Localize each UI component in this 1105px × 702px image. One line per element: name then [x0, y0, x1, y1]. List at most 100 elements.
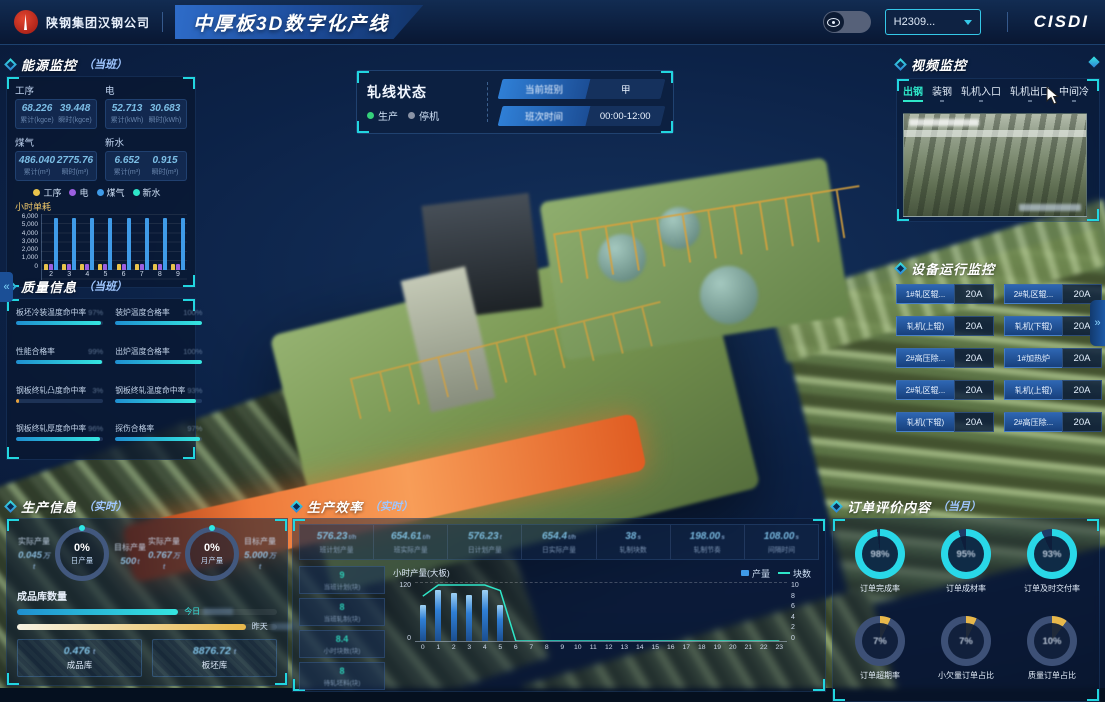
order-kpi-donut: 93%订单及时交付率 [1024, 529, 1080, 610]
panel-title: 设备运行监控 [911, 259, 995, 278]
tab-camera-1[interactable]: 出钢 [903, 83, 923, 102]
monthly-output-gauge-group: 实际产量0.767万t 0%月产量 目标产量5.000万t [147, 527, 277, 581]
equipment-chip: 2#高压除...20A [896, 348, 994, 368]
quality-item: 出炉温度合格率100% [115, 346, 202, 378]
status-dot-gray [408, 112, 415, 119]
quality-item: 钢板终轧温度命中率93% [115, 385, 202, 417]
quality-item: 探伤合格率97% [115, 423, 202, 455]
shift-pill: 当前班别 甲 [498, 79, 666, 99]
efficiency-metric: 38s轧制块数 [597, 525, 671, 559]
equipment-chip: 2#轧区辊...20A [1004, 284, 1102, 304]
energy-chart-legend: 工序电煤气新水 [15, 186, 187, 198]
vertical-divider [487, 82, 488, 122]
side-stat: 9当班计划(块) [299, 566, 385, 594]
left-panel-collapse-handle[interactable]: « [0, 272, 13, 302]
energy-chart-plot: 23456789 [41, 214, 187, 280]
energy-chart-title: 小时单耗 [15, 200, 187, 213]
panel-title: 视频监控 [911, 55, 967, 74]
panel-equipment-monitor: 设备运行监控 1#轧区辊...20A 2#轧区辊...20A 轧机(上辊)20A… [896, 258, 1102, 432]
eye-icon [827, 18, 840, 27]
stock-bar-today: 今日 [17, 609, 277, 615]
camera-tabs: 出钢 装钢 轧机入口 轧机出口 中间冷 电动辊 [903, 83, 1093, 107]
plate-id-select[interactable]: H2309... [885, 9, 981, 35]
shift-time-pill: 班次时间 00:00-12:00 [498, 106, 666, 126]
equipment-chip: 轧机(上辊)20A [1004, 380, 1102, 400]
energy-legend-item: 新水 [133, 186, 161, 198]
panel-collapse-icon[interactable] [1088, 56, 1099, 67]
hour-chart-line [415, 583, 787, 641]
top-bar: 陕钢集团汉钢公司 中厚板3D数字化产线 H2309... CISDI [0, 0, 1105, 45]
right-panel-collapse-handle[interactable]: » [1090, 300, 1105, 346]
quality-item: 装炉温度合格率100% [115, 307, 202, 339]
hour-chart-title: 小时产量(大板) [393, 567, 450, 579]
efficiency-metric: 654.4t/h日实际产量 [522, 525, 596, 559]
quality-item: 性能合格率99% [16, 346, 103, 378]
efficiency-metric: 108.00s间隔时间 [745, 525, 818, 559]
panel-title: 生产信息 [21, 497, 77, 516]
stock-section-title: 成品库数量 [17, 588, 277, 603]
panel-diamond-icon [894, 58, 907, 71]
energy-chart-y-axis: 6,0005,0004,0003,0002,0001,0000 [15, 214, 41, 280]
panel-quality-info: 质量信息 （当班） 板坯冷装温度命中率97% 装炉温度合格率100% 性能合格率… [6, 276, 196, 460]
panel-tag: （实时） [83, 498, 127, 514]
energy-metric: 工序 68.226累计(kgce) 39.448瞬时(kgce) [15, 83, 97, 129]
energy-metric: 煤气 486.040累计(m³) 2775.76瞬时(m³) [15, 135, 97, 181]
hourly-consumption-chart: 6,0005,0004,0003,0002,0001,0000 23456789 [15, 214, 187, 280]
side-stat: 8当班轧制(块) [299, 598, 385, 626]
stock-bar-yesterday: 昨天 [17, 624, 277, 630]
order-kpi-donut: 7%订单超期率 [855, 616, 905, 697]
tab-camera-2[interactable]: 装钢 [932, 83, 952, 102]
progress-ring: 0%月产量 [185, 527, 239, 581]
panel-diamond-icon [894, 262, 907, 275]
hour-chart-left-axis: 1200 [393, 582, 415, 642]
panel-title: 能源监控 [21, 55, 77, 74]
panel-production-info: 生产信息 （实时） 实际产量0.045万t 0%日产量 目标产量500t 实际产… [6, 496, 288, 686]
panel-line-status: 轧线状态 生产 停机 当前班别 甲 班次时间 00:00-12:00 [356, 70, 674, 134]
energy-legend-item: 煤气 [97, 186, 125, 198]
hourly-output-chart: 小时产量(大板) 产量块数 1200 1086420 0123456789101… [393, 566, 819, 690]
panel-production-efficiency: 生产效率 （实时） 576.23t/h班计划产量 654.61t/h班实际产量 … [292, 496, 826, 692]
efficiency-metric-row: 576.23t/h班计划产量 654.61t/h班实际产量 576.23t日计划… [299, 524, 819, 560]
efficiency-metric: 198.00s轧制节奏 [671, 525, 745, 559]
panel-order-evaluation: 订单评价内容 （当月） 98%订单完成率 95%订单成材率 93%订单及时交付率… [832, 496, 1100, 702]
cctv-video-feed[interactable] [903, 113, 1087, 217]
daily-output-gauge-group: 实际产量0.045万t 0%日产量 目标产量500t [17, 527, 147, 581]
order-kpi-donut: 98%订单完成率 [855, 529, 905, 610]
equipment-chip: 轧机(上辊)20A [896, 316, 994, 336]
progress-ring: 0%日产量 [55, 527, 109, 581]
order-kpi-donut: 10%质量订单占比 [1027, 616, 1077, 697]
side-stat: 8待轧坯料(块) [299, 662, 385, 690]
hour-chart-right-axis: 1086420 [787, 582, 809, 642]
status-dot-green [367, 112, 374, 119]
legend-stopped: 停机 [408, 108, 439, 123]
side-stat: 8.4小时块数(块) [299, 630, 385, 658]
header-divider [162, 12, 163, 32]
page-title: 中厚板3D数字化产线 [175, 5, 423, 39]
panel-title: 生产效率 [307, 497, 363, 516]
panel-tag: （实时） [369, 498, 413, 514]
plate-id-value: H2309... [894, 16, 936, 28]
efficiency-metric: 576.23t/h班计划产量 [300, 525, 374, 559]
company-logo-icon [14, 10, 38, 34]
hour-chart-legend-item: 产量 [741, 567, 770, 580]
header-divider [1007, 12, 1008, 32]
tab-camera-5[interactable]: 中间冷 [1059, 83, 1089, 102]
quality-item: 板坯冷装温度命中率97% [16, 307, 103, 339]
panel-video-monitor: 视频监控 出钢 装钢 轧机入口 轧机出口 中间冷 电动辊 [896, 54, 1100, 222]
legend-producing: 生产 [367, 108, 398, 123]
video-caption-overlay [1019, 204, 1081, 211]
panel-diamond-icon [290, 500, 303, 513]
chevron-down-icon [964, 20, 972, 25]
panel-tag: （当班） [83, 56, 127, 72]
hour-chart-legend: 产量块数 [741, 567, 819, 580]
panel-tag: （当班） [83, 278, 127, 294]
tab-camera-3[interactable]: 轧机入口 [961, 83, 1001, 102]
company-name: 陕钢集团汉钢公司 [46, 14, 150, 31]
tab-camera-4[interactable]: 轧机出口 [1010, 83, 1050, 102]
efficiency-metric: 576.23t日计划产量 [448, 525, 522, 559]
line-status-title: 轧线状态 [367, 82, 475, 102]
energy-legend-item: 工序 [33, 186, 61, 198]
equipment-chip: 2#高压除...20A [1004, 412, 1102, 432]
visibility-toggle[interactable] [823, 11, 871, 33]
energy-legend-item: 电 [69, 186, 88, 198]
